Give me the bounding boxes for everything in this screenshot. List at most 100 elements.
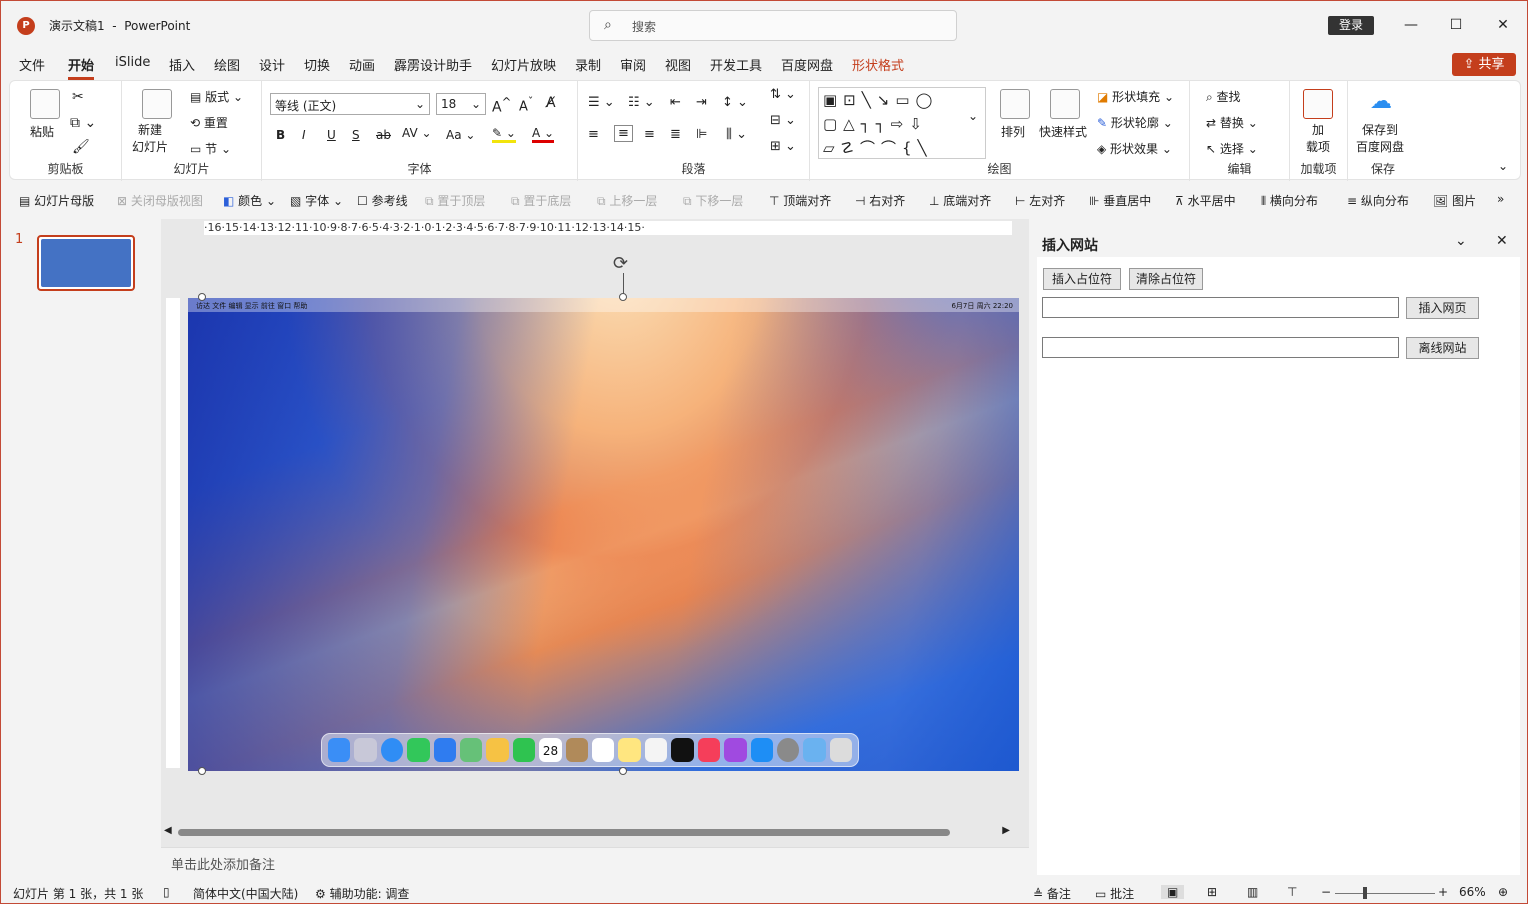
zoom-slider-thumb[interactable] xyxy=(1363,887,1367,899)
grow-font-icon[interactable]: A^ xyxy=(492,95,511,116)
notes-button[interactable]: ≜ 备注 xyxy=(1033,885,1071,902)
accessibility-button[interactable]: ⚙ 辅助功能: 调查 xyxy=(315,885,409,902)
clear-placeholder-button[interactable]: 清除占位符 xyxy=(1129,268,1203,290)
increase-indent-icon[interactable]: ⇥ xyxy=(696,95,707,110)
toolbar-send-backward[interactable]: ⧉ 下移一层 xyxy=(683,192,743,209)
tab-developer[interactable]: 开发工具 xyxy=(710,55,762,74)
resize-handle-t[interactable] xyxy=(619,293,627,301)
tab-design[interactable]: 设计 xyxy=(259,55,285,74)
layout-button[interactable]: ▤ 版式 ⌄ xyxy=(190,88,243,105)
tab-home[interactable]: 开始 xyxy=(68,55,95,80)
tab-file[interactable]: 文件 xyxy=(19,55,45,74)
pane-collapse-icon[interactable]: ⌄ xyxy=(1455,233,1467,249)
char-spacing-icon[interactable]: AV ⌄ xyxy=(402,126,432,140)
bold-icon[interactable]: B xyxy=(276,128,285,142)
line-spacing-icon[interactable]: ↕ ⌄ xyxy=(722,95,748,110)
align-left-icon[interactable]: ≡ xyxy=(588,127,599,142)
bullets-icon[interactable]: ☰ ⌄ xyxy=(588,95,615,110)
language-indicator[interactable]: 简体中文(中国大陆) xyxy=(193,885,298,902)
format-painter-icon[interactable]: 🖌 xyxy=(72,139,90,155)
underline-icon[interactable]: U xyxy=(327,128,336,142)
rotate-handle-icon[interactable]: ⟳ xyxy=(613,253,628,274)
highlight-icon[interactable]: ✎ ⌄ xyxy=(492,126,516,143)
addins-button[interactable]: 加 载项 xyxy=(1306,121,1330,155)
paste-button[interactable]: 粘贴 xyxy=(30,123,54,140)
scroll-right-icon[interactable]: ▶ xyxy=(1002,825,1010,836)
align-center-icon[interactable]: ≡ xyxy=(614,125,633,142)
save-baidu-button[interactable]: 保存到 百度网盘 xyxy=(1356,121,1404,155)
tab-animations[interactable]: 动画 xyxy=(349,55,375,74)
shape-outline-button[interactable]: ✎ 形状轮廓 ⌄ xyxy=(1097,114,1173,131)
slide-thumbnail[interactable] xyxy=(37,235,135,291)
maximize-icon[interactable]: ☐ xyxy=(1441,13,1471,37)
toolbar-distribute-v[interactable]: ≡ 纵向分布 xyxy=(1347,192,1409,209)
shadow-icon[interactable]: S xyxy=(352,128,360,142)
toolbar-close-master[interactable]: ⊠ 关闭母版视图 xyxy=(117,192,203,209)
toolbar-align-right[interactable]: ⊣ 右对齐 xyxy=(855,192,905,209)
toolbar-align-top[interactable]: ⊤ 顶端对齐 xyxy=(769,192,831,209)
comments-button[interactable]: ▭ 批注 xyxy=(1095,885,1134,902)
notes-area[interactable]: 单击此处添加备注 xyxy=(161,847,1029,877)
tab-draw[interactable]: 绘图 xyxy=(214,55,240,74)
zoom-level[interactable]: 66% xyxy=(1459,885,1486,899)
slide-image[interactable]: 访达 文件 编辑 显示 前往 窗口 帮助 6月7日 周六 22:20 28 xyxy=(188,298,1019,771)
toolbar-center-horizontal[interactable]: ⊼ 水平居中 xyxy=(1175,192,1236,209)
change-case-icon[interactable]: Aa ⌄ xyxy=(446,128,475,142)
offline-site-input[interactable] xyxy=(1042,337,1399,358)
resize-handle-bl[interactable] xyxy=(198,767,206,775)
search-box[interactable]: ⌕ 搜索 xyxy=(589,10,957,41)
quick-styles-button[interactable]: 快速样式 xyxy=(1039,123,1087,140)
select-button[interactable]: ↖ 选择 ⌄ xyxy=(1206,140,1258,157)
slide-sorter-icon[interactable]: ⊞ xyxy=(1207,885,1217,899)
toolbar-slide-master[interactable]: ▤ 幻灯片母版 xyxy=(19,192,94,209)
columns-icon[interactable]: ⫼ ⌄ xyxy=(726,127,747,142)
text-direction-icon[interactable]: ⇅ ⌄ xyxy=(770,87,796,102)
new-slide-button[interactable]: 新建 幻灯片 xyxy=(132,121,168,155)
shape-fill-button[interactable]: ◪ 形状填充 ⌄ xyxy=(1097,88,1174,105)
zoom-in-icon[interactable]: + xyxy=(1438,885,1448,899)
tab-insert[interactable]: 插入 xyxy=(169,55,195,74)
normal-view-icon[interactable]: ▣ xyxy=(1161,885,1185,899)
tab-islide[interactable]: iSlide xyxy=(115,55,150,70)
decrease-indent-icon[interactable]: ⇤ xyxy=(670,95,681,110)
numbering-icon[interactable]: ☷ ⌄ xyxy=(628,95,655,110)
tab-record[interactable]: 录制 xyxy=(575,55,601,74)
align-text-icon[interactable]: ⊟ ⌄ xyxy=(770,113,796,128)
shape-effects-button[interactable]: ◈ 形状效果 ⌄ xyxy=(1097,140,1172,157)
tab-review[interactable]: 审阅 xyxy=(620,55,646,74)
login-button[interactable]: 登录 xyxy=(1328,16,1374,35)
horizontal-scrollbar[interactable]: ◀ ▶ xyxy=(164,825,1010,839)
pane-close-icon[interactable]: ✕ xyxy=(1496,233,1508,249)
shrink-font-icon[interactable]: Aˇ xyxy=(519,95,533,114)
zoom-out-icon[interactable]: − xyxy=(1321,885,1331,899)
distributed-icon[interactable]: ⊫ xyxy=(696,127,707,142)
tab-design-assistant[interactable]: 霹雳设计助手 xyxy=(394,55,472,74)
find-button[interactable]: ⌕ 查找 xyxy=(1206,88,1241,105)
clear-format-icon[interactable]: A̸ xyxy=(546,95,556,111)
toolbar-align-bottom[interactable]: ⊥ 底端对齐 xyxy=(929,192,991,209)
toolbar-picture[interactable]: 🖼 图片 xyxy=(1433,192,1476,209)
toolbar-center-vertical[interactable]: ⊪ 垂直居中 xyxy=(1089,192,1151,209)
insert-webpage-button[interactable]: 插入网页 xyxy=(1406,297,1479,319)
gallery-more-icon[interactable]: ⌄ xyxy=(968,109,978,123)
shapes-gallery[interactable]: ▣⊡╲↘▭◯ ▢△┐┐⇨⇩ ▱☡⌒⌒{╲ xyxy=(818,87,986,159)
fit-to-window-icon[interactable]: ⊕ xyxy=(1498,885,1508,899)
collapse-ribbon-icon[interactable]: ⌄ xyxy=(1498,159,1508,173)
replace-button[interactable]: ⇄ 替换 ⌄ xyxy=(1206,114,1258,131)
share-button[interactable]: ⇪ 共享 xyxy=(1452,53,1516,76)
toolbar-more-icon[interactable]: » xyxy=(1497,192,1504,206)
toolbar-fonts[interactable]: ▧ 字体 ⌄ xyxy=(290,192,343,209)
reading-view-icon[interactable]: ▥ xyxy=(1247,885,1258,899)
toolbar-send-back[interactable]: ⧉ 置于底层 xyxy=(511,192,571,209)
toolbar-align-left[interactable]: ⊢ 左对齐 xyxy=(1015,192,1065,209)
close-icon[interactable]: ✕ xyxy=(1488,13,1518,37)
strikethrough-icon[interactable]: ab xyxy=(376,128,391,142)
insert-placeholder-button[interactable]: 插入占位符 xyxy=(1043,268,1121,290)
minimize-icon[interactable]: — xyxy=(1396,13,1426,37)
arrange-button[interactable]: 排列 xyxy=(1001,123,1025,140)
font-color-icon[interactable]: A ⌄ xyxy=(532,126,555,143)
offline-site-button[interactable]: 离线网站 xyxy=(1406,337,1479,359)
toolbar-bring-front[interactable]: ⧉ 置于顶层 xyxy=(425,192,485,209)
font-name-select[interactable]: 等线 (正文) ⌄ xyxy=(270,93,430,115)
cut-icon[interactable]: ✂ xyxy=(72,89,84,105)
